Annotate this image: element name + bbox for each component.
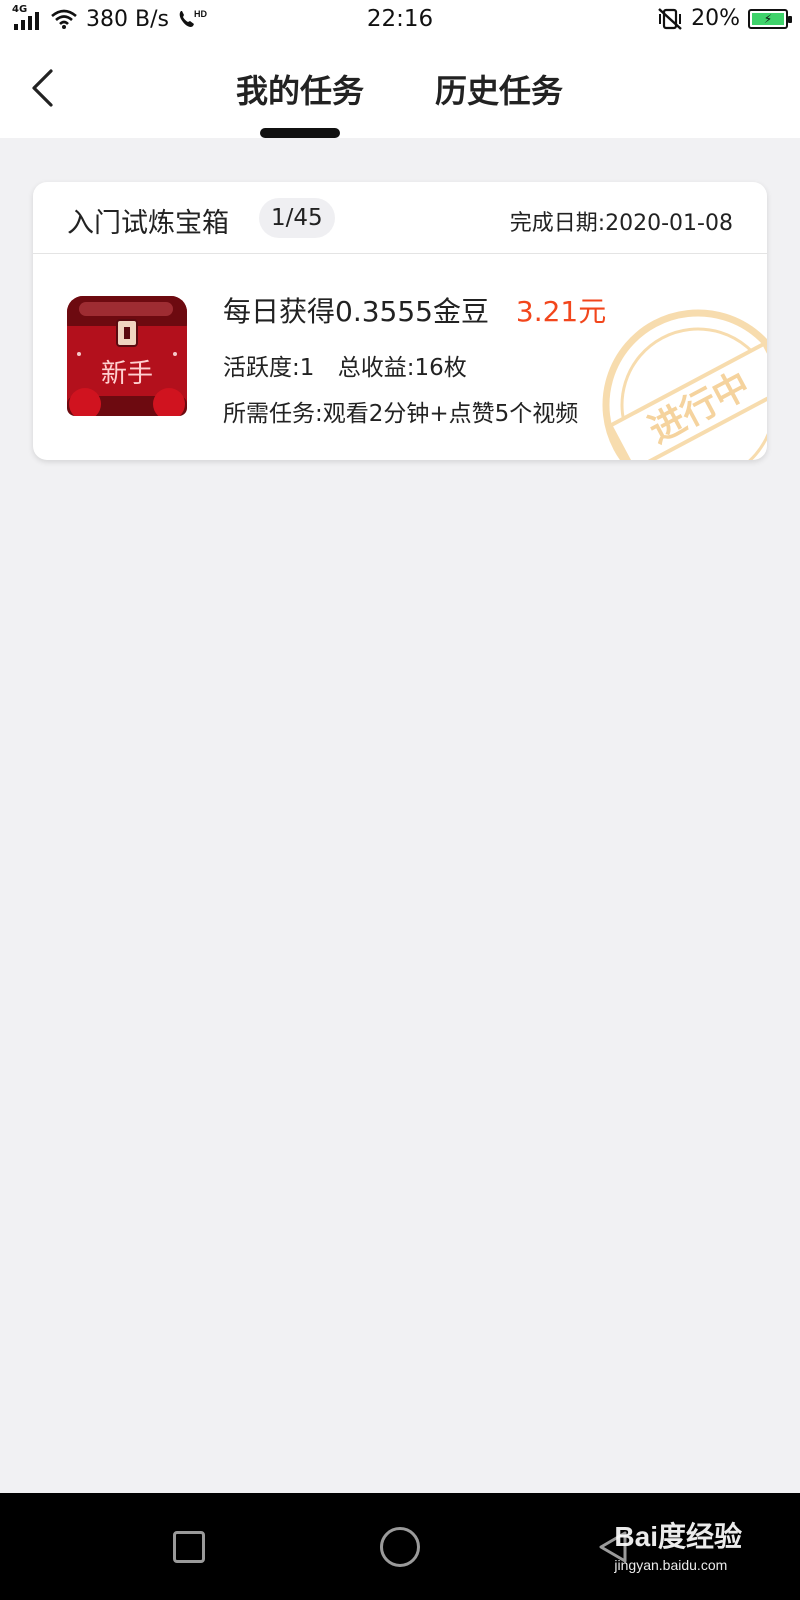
treasure-chest-icon: 新手: [67, 296, 187, 416]
chevron-left-icon: [32, 69, 53, 107]
daily-reward: 每日获得0.3555金豆 3.21元: [223, 290, 606, 330]
due-date: 完成日期:2020-01-08: [509, 211, 733, 236]
watermark-url: jingyan.baidu.com: [614, 1557, 728, 1573]
tab-my-tasks[interactable]: 我的任务: [236, 66, 364, 112]
in-progress-stamp: 进行中: [602, 309, 767, 460]
status-bar: 4G 380 B/s HD 22:16 20% ⚡: [0, 0, 800, 44]
back-button[interactable]: [22, 66, 62, 110]
battery-icon: ⚡: [748, 8, 792, 29]
mute-vibrate-icon: [658, 7, 682, 30]
home-button[interactable]: [380, 1527, 420, 1567]
top-nav: 我的任务 历史任务: [0, 44, 800, 138]
task-requirement: 所需任务:观看2分钟+点赞5个视频: [223, 401, 579, 427]
task-title: 入门试炼宝箱: [67, 208, 229, 239]
activity-value: 活跃度:1: [223, 355, 315, 381]
recent-apps-button[interactable]: [173, 1531, 205, 1563]
tab-history-tasks[interactable]: 历史任务: [435, 66, 563, 112]
system-nav-bar: Bai度经验 jingyan.baidu.com: [0, 1493, 800, 1600]
task-card[interactable]: 入门试炼宝箱 1/45 完成日期:2020-01-08 新手 每日获得0.355…: [33, 182, 767, 460]
active-tab-indicator: [260, 128, 340, 138]
baidu-jingyan-watermark: Bai度经验 jingyan.baidu.com: [614, 1515, 742, 1573]
daily-reward-text: 每日获得0.3555金豆: [223, 295, 489, 328]
total-income: 总收益:16枚: [337, 355, 467, 381]
status-right: 20% ⚡: [657, 6, 792, 31]
progress-badge: 1/45: [259, 198, 335, 238]
battery-percent: 20%: [691, 6, 740, 31]
watermark-brand: Bai度经验: [614, 1521, 742, 1552]
chest-label: 新手: [101, 359, 153, 389]
task-stats: 活跃度:1 总收益:16枚: [223, 348, 467, 382]
task-card-header: 入门试炼宝箱 1/45 完成日期:2020-01-08: [33, 182, 767, 254]
